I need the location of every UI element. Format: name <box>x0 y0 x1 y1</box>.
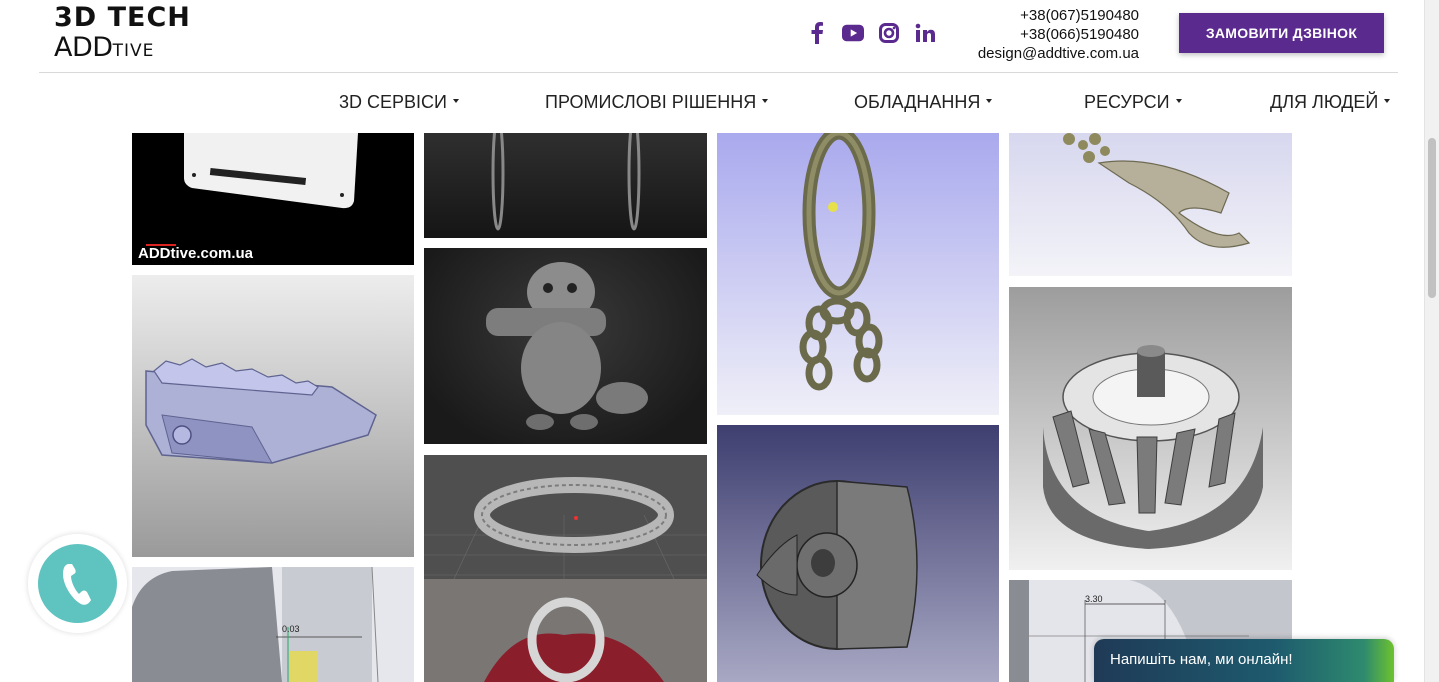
nav-label: ДЛЯ ЛЮДЕЙ <box>1270 92 1379 112</box>
youtube-icon[interactable] <box>842 22 864 44</box>
logo-line-1: 3D TECH <box>54 2 191 33</box>
call-button[interactable] <box>38 544 117 623</box>
phone-2[interactable]: +38(066)5190480 <box>978 25 1139 44</box>
earrings-image <box>491 133 641 231</box>
caret-down-icon <box>452 99 459 104</box>
nav-item-3d-services[interactable]: 3D СЕРВІСИ <box>339 92 459 113</box>
request-call-button[interactable]: ЗАМОВИТИ ДЗВІНОК <box>1179 13 1384 53</box>
gallery-tile-machine-housing[interactable] <box>132 275 414 557</box>
caret-down-icon <box>1175 99 1182 104</box>
gallery-tile-jewel-ribbon[interactable] <box>1009 133 1292 276</box>
nav-label: РЕСУРСИ <box>1084 92 1170 112</box>
main-nav: 3D СЕРВІСИ ПРОМИСЛОВІ РІШЕННЯ ОБЛАДНАННЯ… <box>0 92 1424 116</box>
nav-label: ОБЛАДНАННЯ <box>854 92 981 112</box>
page-scrollbar[interactable] <box>1424 0 1439 682</box>
turbine-housing-image <box>756 480 918 650</box>
nav-label: ПРОМИСЛОВІ РІШЕННЯ <box>545 92 757 112</box>
phone-1[interactable]: +38(067)5190480 <box>978 6 1139 25</box>
caret-down-icon <box>762 99 769 104</box>
facebook-icon[interactable] <box>806 22 828 44</box>
social-links <box>806 22 936 44</box>
dimension-label: 0.03 <box>282 624 300 634</box>
cad-drawing-image <box>132 567 414 682</box>
jewel-ribbon-image <box>1063 133 1251 248</box>
gallery-tile-chain-ring[interactable] <box>717 133 999 415</box>
contact-info: +38(067)5190480 +38(066)5190480 design@a… <box>978 6 1139 63</box>
page: ADDtive.com.ua 0.03 3.30 3D TECH ADDTIVE… <box>0 0 1439 682</box>
gallery-tile-ring-render[interactable] <box>424 455 707 682</box>
ring-render-image <box>424 455 707 682</box>
chat-label: Напишіть нам, ми онлайн! <box>1110 651 1293 668</box>
chat-widget[interactable]: Напишіть нам, ми онлайн! <box>1094 639 1394 682</box>
logo-add: ADD <box>54 32 113 63</box>
nav-item-equipment[interactable]: ОБЛАДНАННЯ <box>854 92 993 113</box>
logo-tive: TIVE <box>112 41 155 61</box>
header-divider <box>39 72 1398 73</box>
email-link[interactable]: design@addtive.com.ua <box>978 44 1139 63</box>
linkedin-icon[interactable] <box>914 22 936 44</box>
watermark-text: ADDtive.com.ua <box>138 245 254 262</box>
site-header: 3D TECH ADDTIVE +38(067)5190480 +38(066)… <box>0 0 1424 133</box>
gallery-tile-device-render[interactable]: ADDtive.com.ua <box>132 133 414 265</box>
caret-down-icon <box>986 99 993 104</box>
chain-ring-image <box>799 133 883 391</box>
gallery-tile-turbine-housing[interactable] <box>717 425 999 682</box>
dimension-label-2: 3.30 <box>1085 594 1103 604</box>
gallery-tile-cad-drawing-1[interactable]: 0.03 <box>132 567 414 682</box>
gallery-tile-impeller[interactable] <box>1009 287 1292 570</box>
gallery-tile-beaver-figure[interactable] <box>424 248 707 444</box>
phone-icon <box>62 563 91 605</box>
instagram-icon[interactable] <box>878 22 900 44</box>
impeller-image <box>1043 345 1263 549</box>
beaver-figure-image <box>486 262 648 430</box>
nav-item-industrial-solutions[interactable]: ПРОМИСЛОВІ РІШЕННЯ <box>545 92 769 113</box>
scrollbar-thumb[interactable] <box>1428 138 1436 298</box>
nav-item-resources[interactable]: РЕСУРСИ <box>1084 92 1182 113</box>
caret-down-icon <box>1384 99 1391 104</box>
nav-item-for-people[interactable]: ДЛЯ ЛЮДЕЙ <box>1270 92 1391 113</box>
nav-label: 3D СЕРВІСИ <box>339 92 447 112</box>
gallery-tile-earrings[interactable] <box>424 133 707 238</box>
machine-housing-image <box>145 358 377 464</box>
logo-line-2: ADDTIVE <box>54 34 154 65</box>
logo[interactable]: 3D TECH ADDTIVE <box>54 4 214 64</box>
